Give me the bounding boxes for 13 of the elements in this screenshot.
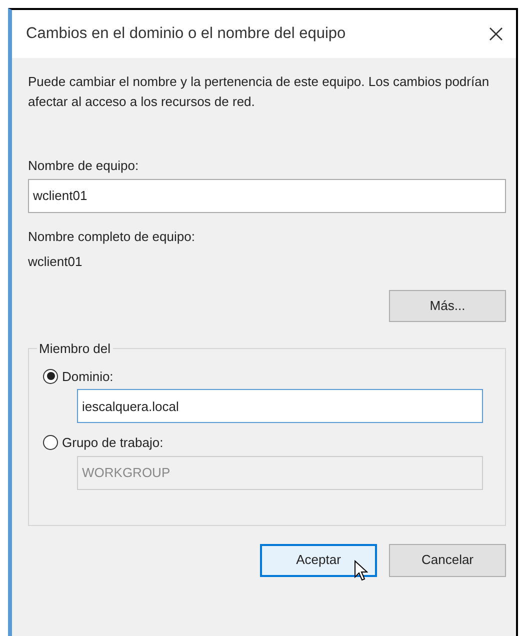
more-button[interactable]: Más... <box>389 290 506 322</box>
text-field[interactable]: iescalquera.local <box>77 389 483 423</box>
close-icon[interactable] <box>488 26 504 42</box>
radio-button[interactable] <box>43 368 58 384</box>
window-title: Cambios en el dominio o el nombre del equipo <box>26 24 346 44</box>
field-label: Nombre completo de equipo: <box>28 228 196 246</box>
full-name-value: wclient01 <box>28 253 84 271</box>
radio-option[interactable]: Dominio: <box>43 366 483 386</box>
field-label: Nombre de equipo: <box>28 157 140 175</box>
computer-name-field[interactable]: wclient01 <box>28 178 506 212</box>
description-text: Puede cambiar el nombre y la pertenencia de este equipo. Los cambios podrían afectar al acceso a los recursos de red. <box>28 73 490 111</box>
dialog-button[interactable]: Cancelar <box>389 544 506 576</box>
cursor-icon <box>354 560 368 582</box>
